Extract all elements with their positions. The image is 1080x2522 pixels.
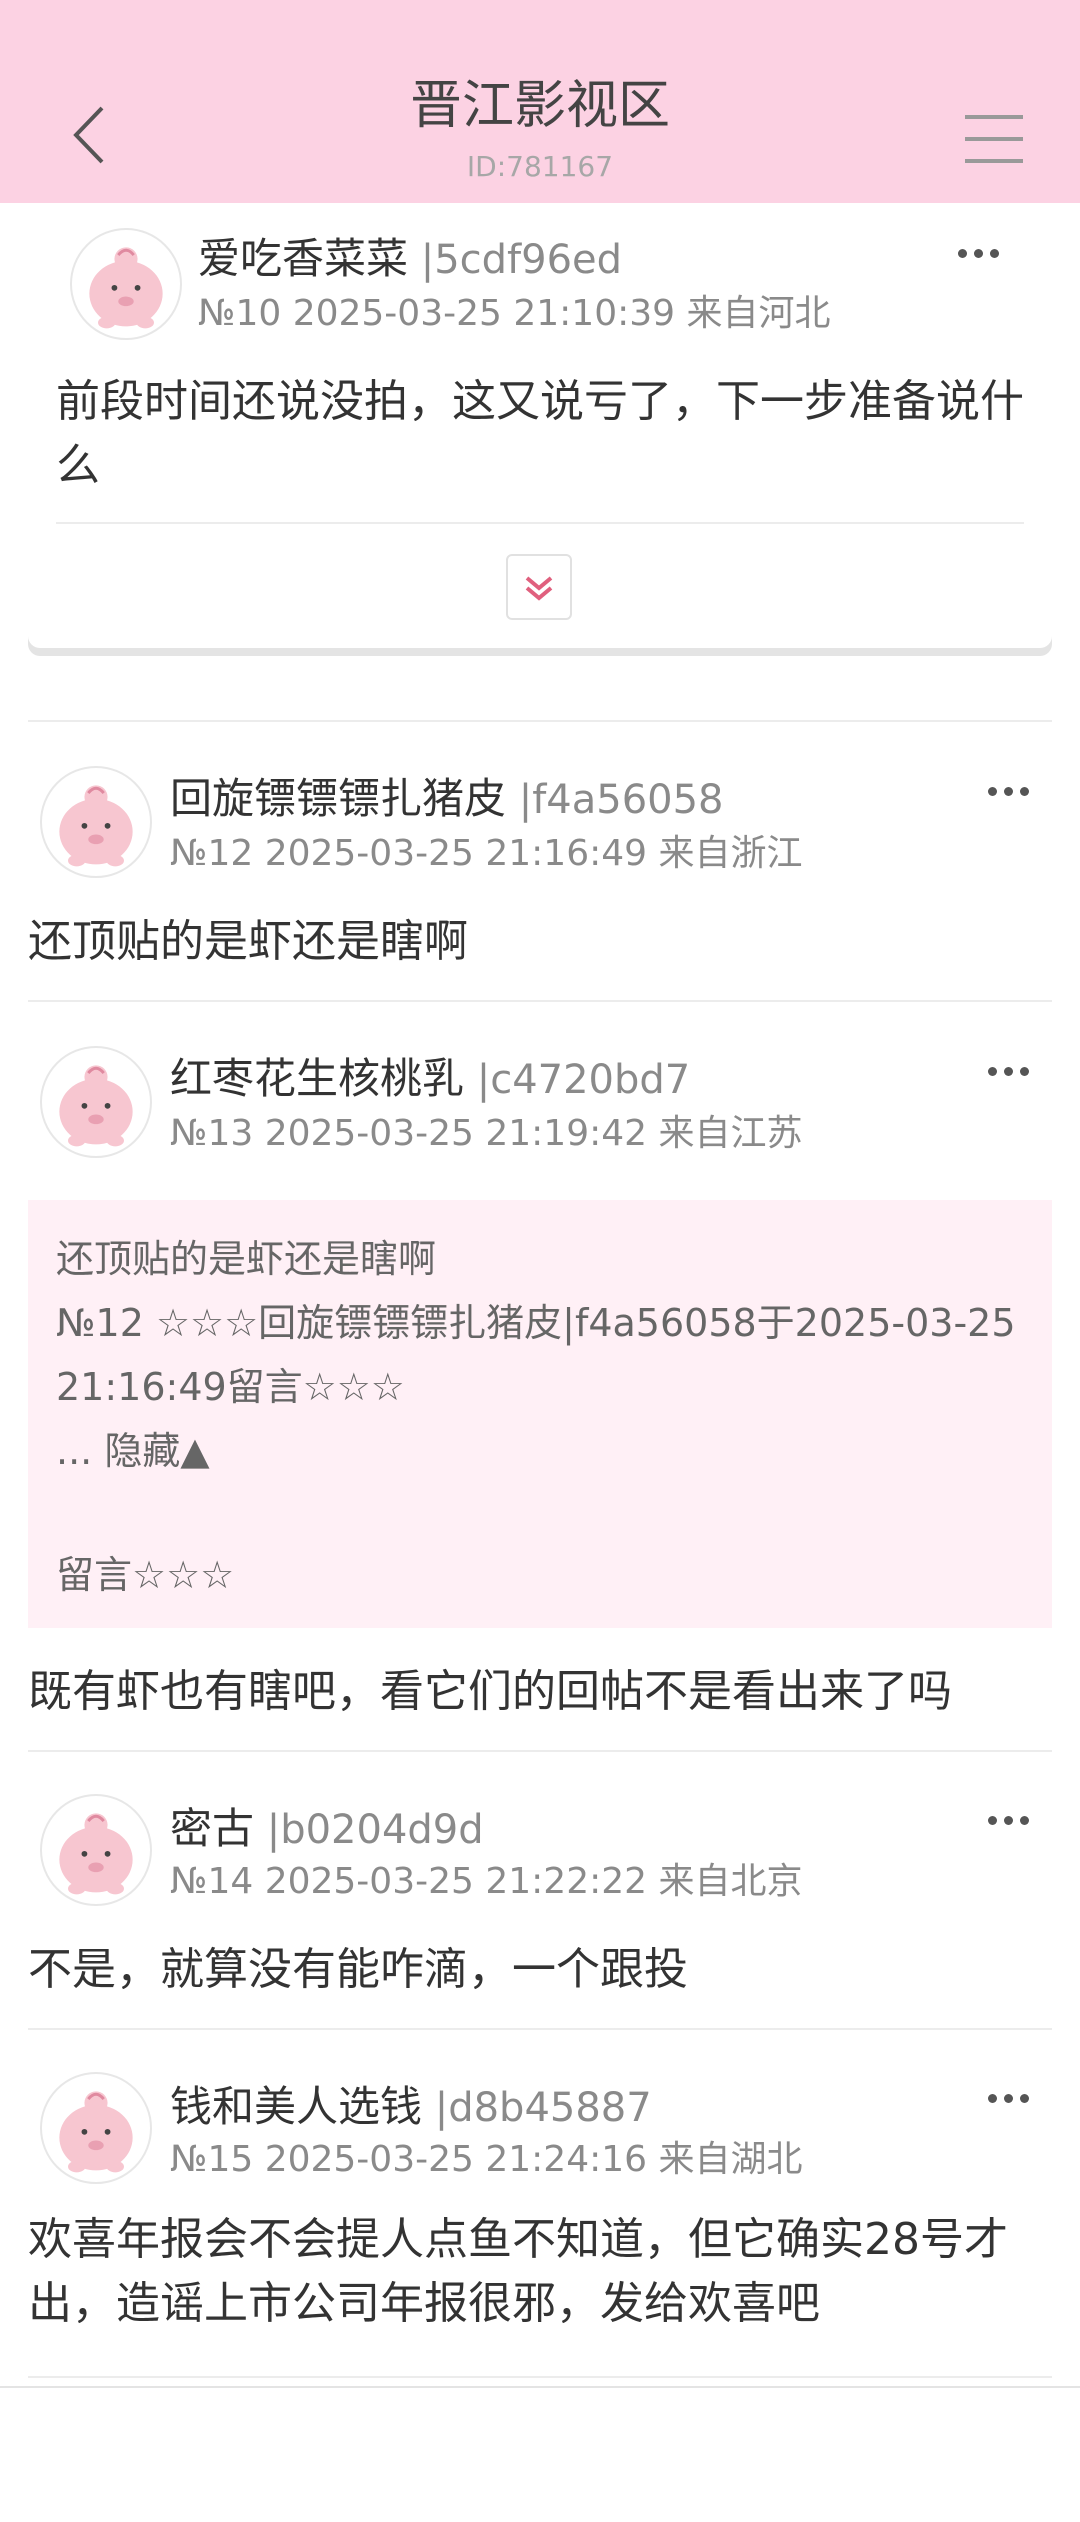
divider [28,2028,1052,2030]
pig-avatar-icon [59,785,133,867]
post-meta: №12 2025-03-25 21:16:49 来自浙江 [170,833,803,874]
more-icon-dot [990,249,999,258]
more-icon [958,249,967,258]
top-bar: 晋江影视区 ID:781167 [0,0,1080,203]
username[interactable]: 红枣花生核桃乳 |c4720bd7 [170,1057,691,1103]
username[interactable]: 钱和美人选钱 |d8b45887 [170,2085,652,2131]
username[interactable]: 密古 |b0204d9d [170,1807,484,1853]
pig-avatar-icon [59,1813,133,1895]
more-icon [988,787,997,796]
menu-icon [965,115,1023,119]
username-text: 爱吃香菜菜 [198,234,409,283]
more-icon [988,1816,997,1825]
post-content: 前段时间还说没拍，这又说亏了，下一步准备说什么 [56,376,1024,491]
post-content: 还顶贴的是虾还是瞎啊 [28,916,468,967]
more-icon-dot [1004,787,1013,796]
divider [28,1000,1052,1002]
pig-avatar-icon [59,2091,133,2173]
bottom-bar [0,2386,1080,2522]
post-content: 欢喜年报会不会提人点鱼不知道，但它确实28号才出，造谣上市公司年报很邪，发给欢喜… [28,2214,1008,2329]
post-meta: №15 2025-03-25 21:24:16 来自湖北 [170,2139,803,2180]
more-options-button[interactable] [988,781,1038,801]
avatar[interactable] [40,2072,152,2184]
avatar[interactable] [40,1046,152,1158]
username-text: 钱和美人选钱 [170,2082,423,2131]
quote-footer: 留言☆☆☆ [56,1553,235,1597]
hide-toggle[interactable]: ... 隐藏▲ [56,1432,210,1470]
quote-meta: №12 ☆☆☆回旋镖镖镖扎猪皮|f4a56058于2025-03-25 [56,1301,1016,1345]
user-id: |d8b45887 [422,2085,652,2131]
more-icon-dot [1020,2094,1029,2103]
expand-button[interactable] [506,554,572,620]
user-id: |b0204d9d [254,1807,484,1853]
user-id: |f4a56058 [506,777,724,823]
more-options-button[interactable] [988,1810,1038,1830]
user-id: |c4720bd7 [464,1057,691,1103]
more-icon-dot [1004,1067,1013,1076]
double-chevron-down-icon [525,576,553,601]
username-text: 回旋镖镖镖扎猪皮 [170,774,507,823]
avatar[interactable] [40,766,152,878]
avatar[interactable] [70,228,182,340]
more-options-button[interactable] [988,2088,1038,2108]
more-icon-dot [974,249,983,258]
post-meta: №10 2025-03-25 21:10:39 来自河北 [198,293,831,334]
pig-avatar-icon [59,1065,133,1147]
more-icon [988,1067,997,1076]
menu-button[interactable] [965,113,1025,165]
username-text: 密古 [170,1804,255,1853]
post-meta: №13 2025-03-25 21:19:42 来自江苏 [170,1113,803,1154]
divider [28,1750,1052,1752]
quote-text: 还顶贴的是虾还是瞎啊 [56,1237,437,1281]
more-icon-dot [1020,1067,1029,1076]
username[interactable]: 爱吃香菜菜 |5cdf96ed [198,237,623,283]
user-id: |5cdf96ed [408,237,623,283]
username[interactable]: 回旋镖镖镖扎猪皮 |f4a56058 [170,777,724,823]
pig-avatar-icon [89,247,163,329]
username-text: 红枣花生核桃乳 [170,1054,465,1103]
menu-icon-line [965,137,1023,141]
avatar[interactable] [40,1794,152,1906]
quoted-reply: 还顶贴的是虾还是瞎啊 №12 ☆☆☆回旋镖镖镖扎猪皮|f4a56058于2025… [28,1200,1052,1628]
more-icon [988,2094,997,2103]
post-content: 不是，就算没有能咋滴，一个跟投 [28,1944,688,1995]
divider [28,2376,1052,2378]
forum-id: ID:781167 [466,150,614,183]
post-content: 既有虾也有瞎吧，看它们的回帖不是看出来了吗 [28,1666,952,1717]
divider [28,720,1052,722]
menu-icon-line [965,159,1023,163]
post-meta: №14 2025-03-25 21:22:22 来自北京 [170,1861,803,1902]
more-options-button[interactable] [988,1061,1038,1081]
quote-meta-cont: 21:16:49留言☆☆☆ [56,1365,405,1409]
more-icon-dot [1004,1816,1013,1825]
more-icon-dot [1020,1816,1029,1825]
divider [56,522,1024,524]
more-options-button[interactable] [958,243,1008,263]
page-title: 晋江影视区 [409,76,670,136]
more-icon-dot [1004,2094,1013,2103]
more-icon-dot [1020,787,1029,796]
